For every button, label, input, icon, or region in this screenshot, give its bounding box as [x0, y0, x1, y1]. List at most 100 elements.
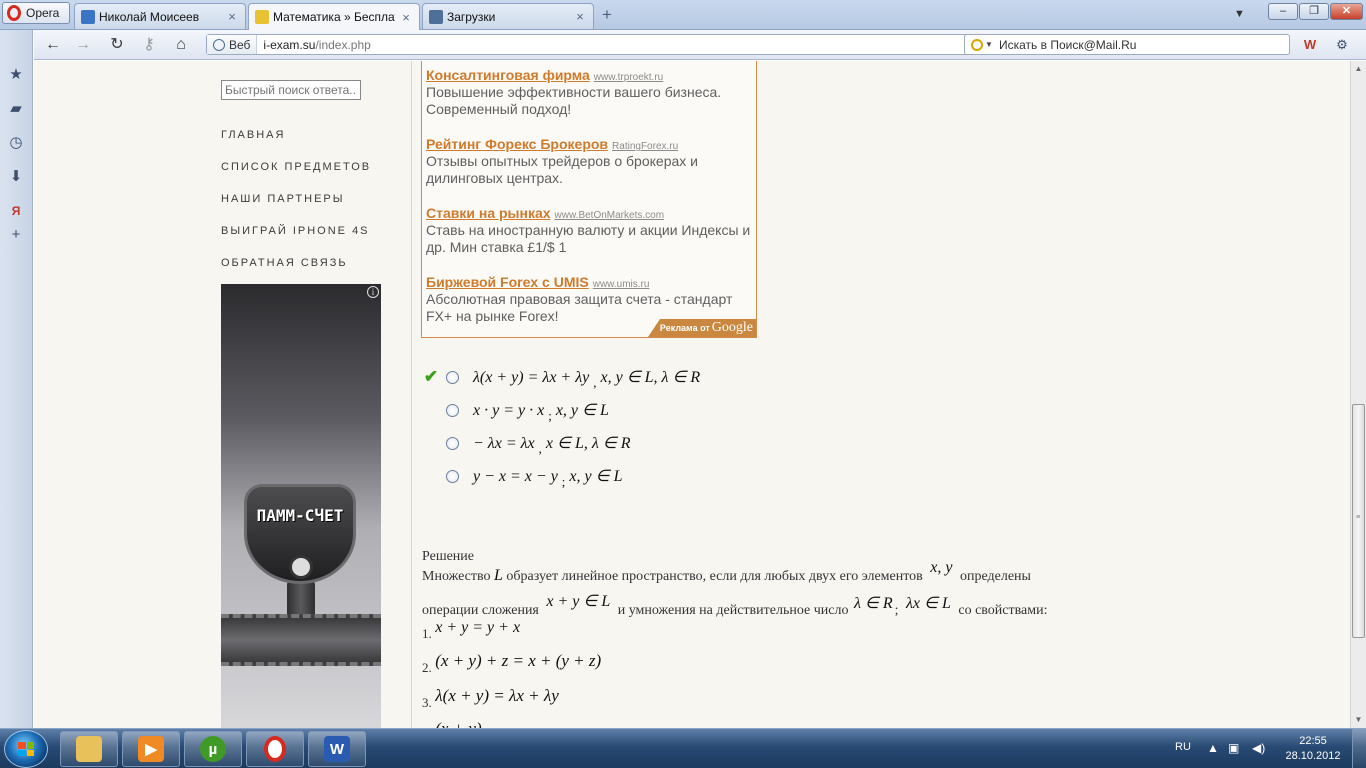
tools-wrench-icon[interactable]: ⚙ [1330, 35, 1354, 55]
ad-item[interactable]: Биржевой Forex с UMIS www.umis.ru Абсолю… [426, 274, 752, 325]
ad-url[interactable]: RatingForex.ru [612, 141, 678, 152]
key-icon[interactable]: ⚷ [138, 35, 160, 55]
ad-title[interactable]: Рейтинг Форекс Брокеров [426, 136, 608, 152]
globe-icon [213, 38, 225, 51]
downloads-icon[interactable]: ⬇ [7, 168, 25, 186]
ad-url[interactable]: www.BetOnMarkets.com [555, 210, 664, 221]
yandex-icon[interactable]: Я [7, 202, 25, 220]
answer-option[interactable]: y − x = x − y; x, y ∈ L [422, 464, 623, 489]
check-placeholder [422, 402, 440, 418]
ad-item[interactable]: Ставки на рынках www.BetOnMarkets.com Ст… [426, 205, 752, 256]
content-divider [411, 61, 412, 728]
tray-expand-icon[interactable]: ▲ [1207, 741, 1219, 755]
minimize-button[interactable]: – [1268, 3, 1298, 20]
restore-button[interactable]: ❐ [1299, 3, 1329, 20]
ad-item[interactable]: Консалтинговая фирма www.trproekt.ru Пов… [426, 67, 752, 118]
answer-option[interactable]: ✔ λ(x + y) = λx + λy, x, y ∈ L, λ ∈ R [422, 365, 700, 390]
scroll-down-arrow-icon[interactable]: ▼ [1351, 712, 1366, 728]
mail-favicon-icon [255, 10, 269, 24]
tab-list-chevron-icon[interactable]: ▼ [1234, 8, 1245, 20]
answer-radio[interactable] [446, 370, 459, 384]
answer-radio[interactable] [446, 436, 459, 450]
tray-clock[interactable]: 22:55 28.10.2012 [1280, 734, 1346, 764]
media-player-icon: ▶ [138, 736, 164, 762]
windows-taskbar: ▶ µ W RU ▲ ▣ ◀) 22:55 28.10.2012 [0, 728, 1366, 768]
pamm-banner-ad[interactable]: i ПАММ-СЧЕТ [221, 284, 381, 728]
ad-title[interactable]: Ставки на рынках [426, 205, 551, 221]
add-panel-icon[interactable]: + [7, 226, 25, 244]
answer-radio[interactable] [446, 469, 459, 483]
ad-url[interactable]: www.umis.ru [593, 279, 650, 290]
search-engine-selector[interactable]: ▼ [965, 38, 999, 51]
answer-option[interactable]: − λx = λx, x ∈ L, λ ∈ R [422, 431, 631, 456]
quick-search-input[interactable] [221, 80, 361, 100]
page-scrollbar[interactable]: ▲ ≡ ▼ [1350, 61, 1366, 728]
back-arrow-icon[interactable]: ← [42, 35, 64, 55]
opera-menu-button[interactable]: Opera [2, 2, 70, 24]
gauge-icon [289, 555, 313, 579]
menu-link-iphone[interactable]: ВЫИГРАЙ IPHONE 4S [221, 225, 370, 237]
ad-description: Повышение эффективности вашего бизнеса. … [426, 84, 722, 117]
ads-by-google-badge[interactable]: Реклама от Google [648, 319, 756, 337]
menu-link-subjects[interactable]: СПИСОК ПРЕДМЕТОВ [221, 161, 371, 173]
tab-close-icon[interactable]: × [573, 9, 587, 24]
tab-bar: Opera Николай Моисеев × Математика » Бес… [0, 0, 1366, 30]
google-ads-box: Консалтинговая фирма www.trproekt.ru Пов… [421, 61, 757, 338]
scroll-thumb[interactable]: ≡ [1352, 404, 1365, 638]
show-desktop-button[interactable] [1352, 729, 1366, 768]
reload-icon[interactable]: ↻ [106, 35, 128, 55]
taskbar-utorrent[interactable]: µ [184, 731, 242, 767]
tab-nikolai[interactable]: Николай Моисеев × [74, 3, 246, 29]
tab-close-icon[interactable]: × [399, 10, 413, 25]
language-indicator[interactable]: RU [1175, 741, 1191, 753]
menu-link-home[interactable]: ГЛАВНАЯ [221, 129, 285, 141]
solution-heading: Решение [422, 549, 475, 564]
banner-track-graphic [221, 614, 381, 666]
tray-device-icon[interactable]: ▣ [1228, 741, 1239, 755]
tab-title: Загрузки [447, 9, 496, 24]
notes-icon[interactable]: ▰ [7, 100, 25, 118]
ad-item[interactable]: Рейтинг Форекс Брокеров RatingForex.ru О… [426, 136, 752, 187]
forward-arrow-icon[interactable]: → [72, 35, 94, 55]
close-window-button[interactable]: ✕ [1330, 3, 1363, 20]
answer-radio[interactable] [446, 403, 459, 417]
ad-title[interactable]: Консалтинговая фирма [426, 67, 590, 83]
history-clock-icon[interactable]: ◷ [7, 134, 25, 152]
chevron-down-icon: ▼ [985, 40, 993, 49]
search-field[interactable]: ▼ Искать в Поиск@Mail.Ru [964, 34, 1290, 55]
start-button[interactable] [4, 730, 48, 768]
scroll-up-arrow-icon[interactable]: ▲ [1351, 61, 1366, 77]
bookmarks-star-icon[interactable]: ★ [7, 66, 25, 84]
scroll-grip-icon: ≡ [1356, 514, 1361, 521]
menu-link-feedback[interactable]: ОБРАТНАЯ СВЯЗЬ [221, 257, 348, 269]
address-field[interactable]: Веб i-exam.su/index.php ★ [206, 34, 992, 55]
security-badge[interactable]: Веб [207, 35, 258, 54]
tab-title: Математика » Бесплат... [273, 10, 395, 24]
address-toolbar: ← → ↻ ⚷ ⌂ Веб i-exam.su/index.php ★ ▼ Ис… [34, 30, 1366, 60]
taskbar-media-player[interactable]: ▶ [122, 731, 180, 767]
url-text[interactable]: i-exam.su/index.php [257, 38, 973, 52]
ad-description: Отзывы опытных трейдеров о брокерах и ди… [426, 153, 698, 186]
taskbar-explorer[interactable] [60, 731, 118, 767]
ads-by-label: Реклама от [659, 323, 710, 333]
volume-icon[interactable]: ◀) [1252, 741, 1265, 755]
extension-w-icon[interactable]: W [1300, 35, 1320, 55]
ad-info-icon[interactable]: i [367, 286, 379, 298]
home-icon[interactable]: ⌂ [170, 35, 192, 55]
taskbar-opera[interactable] [246, 731, 304, 767]
answer-formula: − λx = λx, x ∈ L, λ ∈ R [473, 435, 631, 456]
search-placeholder: Искать в Поиск@Mail.Ru [999, 37, 1137, 52]
menu-link-partners[interactable]: НАШИ ПАРТНЕРЫ [221, 193, 345, 205]
ad-title[interactable]: Биржевой Forex с UMIS [426, 274, 589, 290]
tab-math[interactable]: Математика » Бесплат... × [248, 3, 420, 30]
answer-formula: y − x = x − y; x, y ∈ L [473, 468, 623, 489]
taskbar-word[interactable]: W [308, 731, 366, 767]
search-icon [971, 38, 984, 51]
tab-close-icon[interactable]: × [225, 9, 239, 24]
answer-option[interactable]: x · y = y · x; x, y ∈ L [422, 398, 609, 423]
solution-line-1: Множество L образует линейное пространст… [422, 559, 1031, 584]
new-tab-button[interactable]: + [596, 6, 618, 24]
tab-downloads[interactable]: Загрузки × [422, 3, 594, 29]
clock-date: 28.10.2012 [1285, 750, 1341, 762]
ad-url[interactable]: www.trproekt.ru [594, 72, 663, 83]
